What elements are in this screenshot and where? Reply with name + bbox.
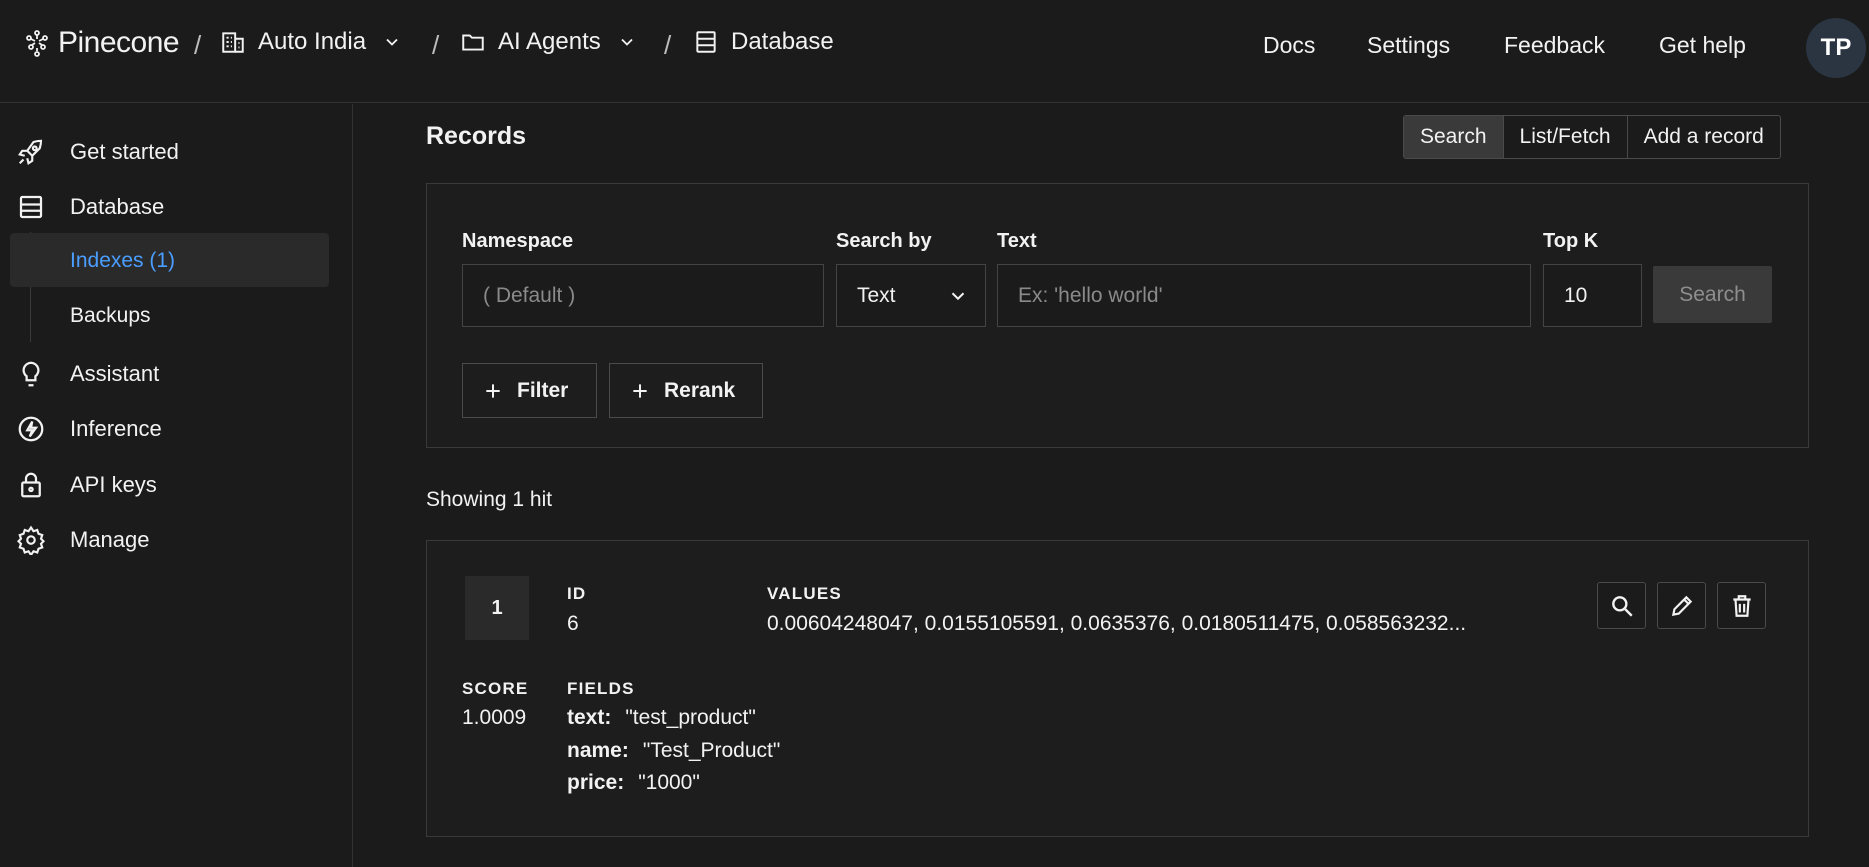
tab-list-fetch[interactable]: List/Fetch [1504, 116, 1628, 158]
field-value: "1000" [638, 771, 700, 794]
plus-icon [633, 383, 647, 398]
breadcrumb-separator: / [432, 30, 440, 60]
nav-docs[interactable]: Docs [1263, 32, 1315, 59]
sidebar-item-label: Get started [70, 139, 179, 164]
sidebar-item-label: Manage [70, 527, 150, 552]
breadcrumb-org-label: Auto India [258, 28, 367, 55]
topk-input[interactable]: 10 [1543, 264, 1642, 327]
edit-record-button[interactable] [1657, 582, 1706, 629]
chevron-down-icon [951, 292, 965, 300]
values-label: VALUES [767, 584, 842, 603]
pinecone-logo[interactable]: Pinecone [22, 26, 180, 60]
score-value: 1.0009 [462, 706, 527, 729]
field-row: name: "Test_Product" [567, 739, 780, 763]
field-row: price: "1000" [567, 771, 700, 795]
fields-label: FIELDS [567, 679, 635, 698]
sidebar-item-label: Inference [70, 416, 162, 441]
breadcrumb-database[interactable]: Database [693, 28, 834, 56]
bolt-icon [18, 416, 44, 442]
sidebar-item-indexes[interactable]: Indexes (1) [70, 249, 175, 273]
values-value: 0.00604248047, 0.0155105591, 0.0635376, … [767, 612, 1467, 635]
tab-add-record[interactable]: Add a record [1628, 116, 1780, 158]
chevron-down-icon [386, 38, 398, 46]
search-by-select[interactable]: Text [836, 264, 986, 327]
breadcrumb-database-label: Database [731, 28, 834, 55]
database-icon [696, 31, 716, 53]
top-bar: Pinecone / Auto India / AI Agents / Data… [0, 0, 1869, 103]
records-tabs: Search List/Fetch Add a record [1403, 115, 1781, 159]
field-row: text: "test_product" [567, 706, 756, 730]
text-input[interactable]: Ex: 'hello world' [997, 264, 1531, 327]
id-label: ID [567, 584, 587, 603]
field-value: "test_product" [625, 706, 756, 729]
breadcrumb-separator: / [664, 30, 672, 60]
rocket-icon [18, 139, 43, 165]
delete-record-button[interactable] [1717, 582, 1766, 629]
namespace-input[interactable]: ( Default ) [462, 264, 824, 327]
rerank-button-label: Rerank [664, 378, 736, 402]
rerank-button[interactable]: Rerank [609, 363, 763, 418]
field-key: text: [567, 706, 612, 729]
sidebar-item-label: API keys [70, 472, 157, 497]
filter-button-label: Filter [517, 378, 569, 402]
sidebar-item-inference[interactable]: Inference [16, 409, 162, 449]
text-label: Text [997, 230, 1037, 252]
sidebar-item-backups[interactable]: Backups [70, 304, 151, 328]
sidebar-item-get-started[interactable]: Get started [16, 132, 179, 172]
id-value: 6 [567, 612, 579, 635]
score-label: SCORE [462, 679, 529, 698]
sidebar-item-api-keys[interactable]: API keys [16, 465, 157, 505]
trash-icon [1732, 594, 1751, 617]
search-by-value: Text [857, 283, 896, 307]
topk-label: Top K [1543, 230, 1599, 252]
avatar[interactable]: TP [1806, 18, 1866, 78]
field-key: name: [567, 739, 629, 762]
results-summary: Showing 1 hit [426, 488, 553, 511]
chevron-down-icon [621, 38, 633, 46]
search-button[interactable]: Search [1653, 266, 1772, 323]
search-icon [1611, 595, 1633, 617]
nav-settings[interactable]: Settings [1367, 32, 1450, 59]
search-by-label: Search by [836, 230, 932, 252]
gear-icon [16, 525, 46, 555]
lock-icon [21, 472, 41, 498]
field-key: price: [567, 771, 625, 794]
folder-icon [462, 34, 484, 51]
sidebar-item-label: Assistant [70, 361, 160, 386]
sidebar-item-manage[interactable]: Manage [16, 520, 150, 560]
nav-feedback[interactable]: Feedback [1504, 32, 1605, 59]
nav-get-help[interactable]: Get help [1659, 32, 1746, 59]
query-record-button[interactable] [1597, 582, 1646, 629]
lightbulb-icon [22, 361, 40, 387]
plus-icon [486, 383, 500, 398]
filter-button[interactable]: Filter [462, 363, 597, 418]
breadcrumb-separator: / [194, 30, 202, 60]
field-value: "Test_Product" [642, 739, 781, 762]
pencil-icon [1671, 595, 1692, 616]
namespace-label: Namespace [462, 230, 574, 252]
breadcrumb-org[interactable]: Auto India [220, 28, 402, 56]
records-title: Records [426, 122, 527, 150]
sidebar-item-database[interactable]: Database [16, 187, 164, 227]
breadcrumb-project-label: AI Agents [498, 28, 601, 55]
brand-name: Pinecone [58, 26, 180, 59]
breadcrumb-project[interactable]: AI Agents [460, 28, 637, 56]
sidebar: Get started Database Indexes (1) Backups… [0, 104, 353, 867]
sidebar-item-label: Database [70, 194, 165, 219]
sidebar-item-assistant[interactable]: Assistant [16, 354, 159, 394]
tab-search[interactable]: Search [1404, 116, 1504, 158]
pinecone-logo-icon [26, 30, 48, 57]
database-icon [19, 195, 43, 219]
result-rank: 1 [465, 576, 529, 640]
building-icon [222, 32, 244, 53]
